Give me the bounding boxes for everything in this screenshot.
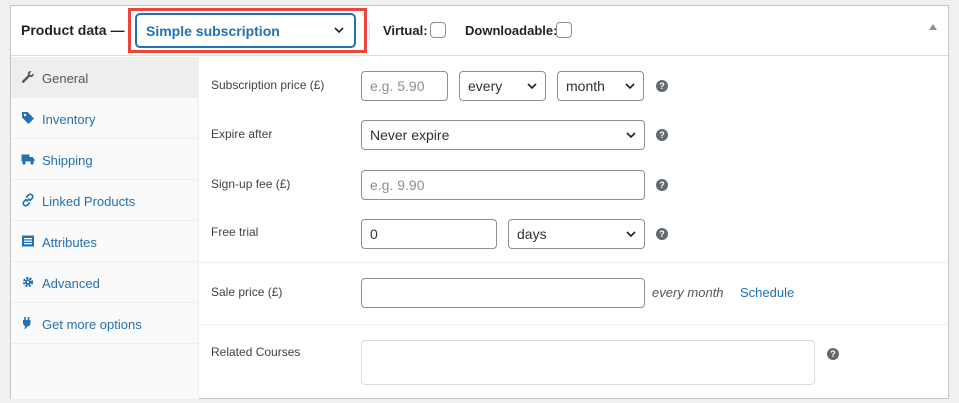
related-courses-input[interactable] [361,340,815,385]
tab-inventory[interactable]: Inventory [11,98,198,139]
subscription-price-label: Subscription price (£) [211,78,325,92]
collapse-icon[interactable] [929,24,937,30]
tab-label: Advanced [42,276,100,291]
billing-interval-select[interactable]: every [459,71,546,101]
chevron-down-icon [626,132,636,139]
billing-period-value: month [566,78,605,94]
billing-period-select[interactable]: month [557,71,644,101]
tab-shipping[interactable]: Shipping [11,139,198,180]
free-trial-label: Free trial [211,225,259,239]
expire-after-select[interactable]: Never expire [361,120,645,150]
schedule-link[interactable]: Schedule [740,285,794,300]
panel-title: Product data — [21,22,124,38]
product-data-tabs: General Inventory Shipping Linked Produc… [11,57,199,399]
signup-fee-placeholder: e.g. 9.90 [370,177,425,193]
free-trial-period-select[interactable]: days [508,219,645,249]
help-icon[interactable]: ? [656,228,668,240]
wrench-icon [21,71,34,83]
product-data-header: Product data — Simple subscription Virtu… [11,6,948,56]
chevron-down-icon [626,231,636,238]
expire-after-value: Never expire [370,127,450,143]
tab-linked-products[interactable]: Linked Products [11,180,198,221]
title-dash: — [110,22,125,38]
general-panel: Subscription price (£) e.g. 5.90 every m… [200,57,948,399]
list-icon [22,235,34,247]
tab-general[interactable]: General [11,57,198,98]
virtual-label: Virtual: [383,23,428,38]
help-icon[interactable]: ? [656,129,668,141]
courses-section: Related Courses ? [200,326,948,399]
link-icon [22,193,34,207]
sale-price-input[interactable] [361,278,645,308]
subscription-section: Subscription price (£) e.g. 5.90 every m… [200,57,948,263]
chevron-down-icon [625,83,635,90]
help-icon[interactable]: ? [656,80,668,92]
signup-fee-label: Sign-up fee (£) [211,177,291,191]
subscription-price-input[interactable]: e.g. 5.90 [361,71,448,101]
tab-label: Shipping [42,153,93,168]
product-type-select[interactable]: Simple subscription [136,14,355,47]
truck-icon [21,154,35,165]
plugin-icon [23,317,31,329]
gear-icon [22,276,34,288]
downloadable-checkbox[interactable] [556,22,572,38]
tag-icon [22,112,34,124]
tab-get-more-options[interactable]: Get more options [11,303,198,344]
downloadable-label: Downloadable: [465,23,558,38]
chevron-down-icon [334,27,344,34]
tab-label: Attributes [42,235,97,250]
help-icon[interactable]: ? [827,348,839,360]
product-data-panel: Product data — Simple subscription Virtu… [10,5,949,399]
tab-attributes[interactable]: Attributes [11,221,198,262]
free-trial-length-value: 0 [370,226,378,242]
pricing-section: Sale price (£) every month Schedule [200,264,948,325]
expire-after-label: Expire after [211,127,273,141]
sale-price-period-note: every month [652,285,724,300]
tab-label: Get more options [42,317,142,332]
billing-interval-value: every [468,78,503,94]
tab-advanced[interactable]: Advanced [11,262,198,303]
panel-title-text: Product data [21,22,107,38]
help-icon[interactable]: ? [656,179,668,191]
free-trial-length-input[interactable]: 0 [361,219,497,249]
chevron-down-icon [527,83,537,90]
header-divider [369,22,370,40]
related-courses-label: Related Courses [211,345,301,359]
product-type-value: Simple subscription [146,23,280,39]
free-trial-period-value: days [517,226,547,242]
signup-fee-input[interactable]: e.g. 9.90 [361,170,645,200]
virtual-checkbox[interactable] [430,22,446,38]
tab-label: General [42,71,89,86]
subscription-price-placeholder: e.g. 5.90 [370,78,425,94]
tab-label: Linked Products [42,194,136,209]
sale-price-label: Sale price (£) [211,285,283,299]
tab-label: Inventory [42,112,96,127]
